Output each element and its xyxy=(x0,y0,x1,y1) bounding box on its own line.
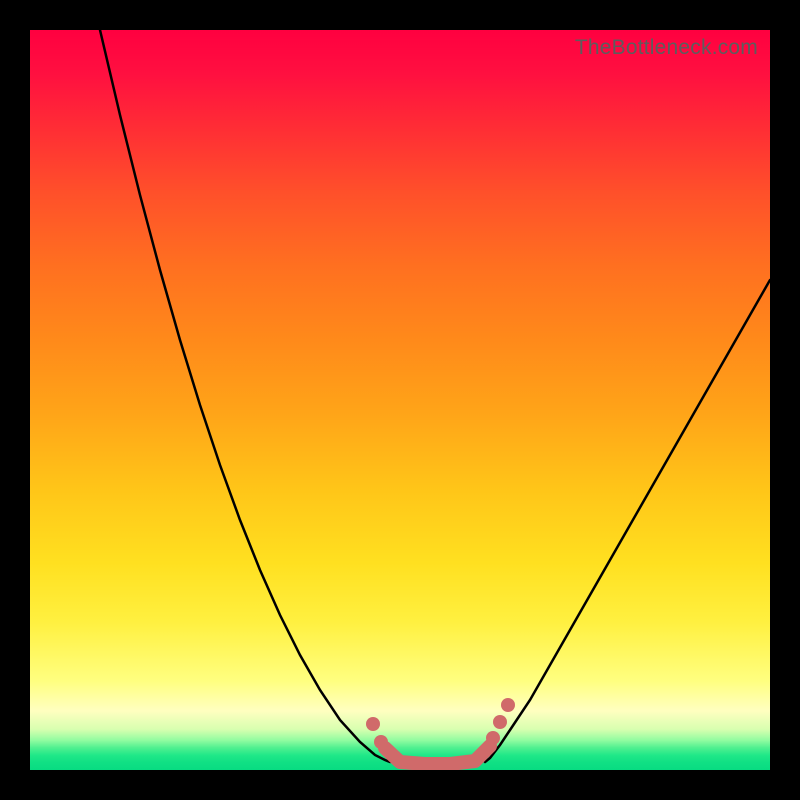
left-dot-1 xyxy=(366,717,380,731)
trough-highlight xyxy=(385,746,490,764)
chart-plot-area: TheBottleneck.com xyxy=(30,30,770,770)
trough-markers xyxy=(366,698,515,749)
right-dot-1 xyxy=(486,731,500,745)
curve-right-branch xyxy=(485,280,770,762)
right-dot-2 xyxy=(493,715,507,729)
right-dot-3 xyxy=(501,698,515,712)
left-dot-2 xyxy=(374,735,388,749)
curve-left-branch xyxy=(100,30,390,762)
chart-svg xyxy=(30,30,770,770)
chart-frame: TheBottleneck.com xyxy=(0,0,800,800)
